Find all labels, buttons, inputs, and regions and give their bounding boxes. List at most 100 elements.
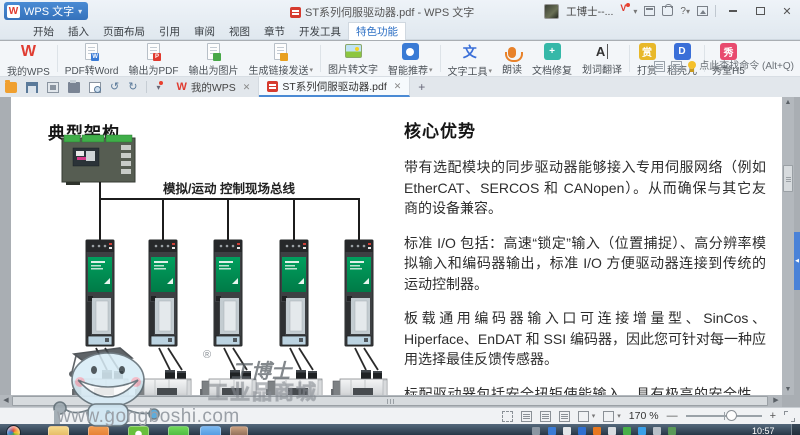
taskbar-wechat-icon[interactable] [168, 426, 189, 435]
vertical-scrollbar[interactable]: ▲ ▼ [782, 97, 794, 395]
horizontal-scrollbar[interactable]: ◀ ▶ [0, 395, 782, 407]
taskbar-app-icon[interactable] [88, 426, 109, 435]
minimize-button[interactable] [723, 3, 743, 19]
close-tab-icon[interactable]: ✕ [243, 82, 251, 93]
divider [715, 5, 716, 17]
pdf-to-word-icon: W [85, 43, 98, 60]
taskbar-photo-icon[interactable] [230, 426, 248, 435]
tray-icon[interactable] [653, 427, 661, 435]
close-tab-icon[interactable]: ✕ [394, 81, 402, 92]
medal-icon [402, 43, 419, 60]
user-avatar[interactable] [544, 4, 559, 19]
list-icon[interactable] [671, 61, 682, 72]
section-heading-advantages: 核心优势 [404, 117, 766, 142]
tab-review[interactable]: 审阅 [187, 22, 222, 40]
start-button[interactable] [6, 425, 21, 435]
tray-icon[interactable] [608, 427, 616, 435]
store-icon[interactable] [662, 6, 673, 16]
horizontal-scroll-thumb[interactable] [12, 396, 768, 406]
taskbar-app-icon[interactable] [200, 426, 221, 435]
tab-developer[interactable]: 开发工具 [292, 22, 348, 40]
zoom-in-button[interactable]: + [770, 410, 776, 422]
layout-icon[interactable] [654, 61, 665, 72]
tab-special-features[interactable]: 特色功能 [348, 22, 406, 40]
zoom-out-button[interactable]: — [667, 410, 678, 422]
read-aloud-button[interactable]: 朗读 [497, 41, 527, 76]
user-menu-chevron-icon[interactable]: ▾ [633, 7, 637, 16]
tab-section[interactable]: 章节 [257, 22, 292, 40]
help-icon[interactable]: ?▾ [680, 6, 690, 17]
document-title: ST系列伺服驱动器.pdf - WPS 文字 [290, 4, 474, 20]
text-tools-button[interactable]: 文 文字工具 [443, 41, 498, 76]
fit-page-icon[interactable] [502, 411, 513, 422]
collapse-ribbon-icon[interactable] [697, 6, 708, 16]
export-image-icon [207, 43, 220, 60]
outline-mode-icon[interactable] [559, 411, 570, 422]
tab-references[interactable]: 引用 [152, 22, 187, 40]
servo-drive [214, 240, 242, 346]
eye-protect-icon[interactable] [603, 411, 614, 422]
tray-icon[interactable] [563, 427, 571, 435]
export-icon[interactable] [47, 82, 59, 93]
taskbar-browser-icon[interactable] [128, 426, 149, 435]
doc-tab-pdf[interactable]: ST系列伺服驱动器.pdf ✕ [259, 77, 410, 97]
tab-insert[interactable]: 插入 [61, 22, 96, 40]
my-wps-button[interactable]: W 我的WPS [2, 41, 55, 76]
print-preview-icon[interactable] [89, 82, 101, 93]
new-tab-button[interactable]: + [410, 77, 433, 97]
windows-taskbar: 10:57 [0, 424, 800, 435]
image-to-text-button[interactable]: 图片转文字 [323, 41, 383, 76]
zoom-level[interactable]: 170 % [629, 410, 659, 422]
user-name[interactable]: 工博士--... [566, 4, 613, 19]
wps-app-button[interactable]: W WPS 文字 ▾ [4, 2, 88, 20]
scroll-left-icon[interactable]: ◀ [0, 395, 12, 407]
open-icon[interactable] [5, 82, 17, 93]
redo-icon[interactable]: ↻ [128, 82, 137, 93]
scroll-up-icon[interactable]: ▲ [782, 97, 794, 108]
page-mode-icon[interactable] [540, 411, 551, 422]
tray-icon[interactable] [593, 427, 601, 435]
tab-page-layout[interactable]: 页面布局 [96, 22, 152, 40]
tray-icon[interactable] [548, 427, 556, 435]
wps-w-icon: W [176, 81, 186, 93]
word-translate-button[interactable]: A 划词翻译 [577, 41, 627, 76]
doc-tab-my-wps[interactable]: W 我的WPS ✕ [168, 77, 259, 97]
fullscreen-icon[interactable] [784, 411, 795, 422]
tray-icon[interactable] [638, 427, 646, 435]
find-command-hint[interactable]: 点此查找命令 (Alt+Q) [688, 57, 794, 72]
tab-home[interactable]: 开始 [26, 22, 61, 40]
print-icon[interactable] [68, 82, 80, 93]
window-header: W WPS 文字 ▾ ST系列伺服驱动器.pdf - WPS 文字 工博士--.… [0, 0, 800, 40]
task-pane-handle[interactable]: ◀ [794, 232, 800, 290]
page-color-icon[interactable] [578, 411, 589, 422]
tab-view[interactable]: 视图 [222, 22, 257, 40]
undo-icon[interactable]: ↺ [110, 82, 119, 93]
tray-icon[interactable] [623, 427, 631, 435]
export-image-button[interactable]: 输出为图片 [184, 41, 244, 76]
vertical-scroll-thumb[interactable] [783, 165, 793, 192]
show-desktop-button[interactable] [791, 424, 800, 435]
quick-access-toolbar: ↺ ↻ ▾ [0, 77, 168, 97]
export-pdf-button[interactable]: P 输出为PDF [124, 41, 184, 76]
close-button[interactable]: ✕ [777, 3, 797, 19]
tray-icon[interactable] [668, 427, 676, 435]
taskbar-explorer-icon[interactable] [48, 426, 69, 435]
zoom-slider[interactable] [686, 415, 762, 417]
pdf-to-word-button[interactable]: W PDF转Word [60, 41, 124, 76]
zoom-slider-knob[interactable] [726, 410, 737, 421]
scroll-right-icon[interactable]: ▶ [770, 395, 782, 407]
tray-icon[interactable] [578, 427, 586, 435]
maximize-button[interactable] [750, 3, 770, 19]
wps-logo-icon: W [7, 5, 20, 18]
taskbar-clock[interactable]: 10:57 [752, 426, 775, 435]
save-icon[interactable] [26, 82, 38, 93]
skin-icon[interactable] [644, 6, 655, 16]
tray-show-hidden-icon[interactable] [532, 427, 540, 435]
read-mode-icon[interactable] [521, 411, 532, 422]
customize-toolbar-icon[interactable]: ▾ [156, 83, 160, 92]
doc-repair-button[interactable]: + 文档修复 [527, 41, 577, 76]
share-link-button[interactable]: 生成链接发送 [244, 41, 319, 76]
smart-recommend-button[interactable]: 智能推荐 [383, 41, 438, 76]
scroll-down-icon[interactable]: ▼ [782, 384, 794, 395]
app-button-label: WPS 文字 [24, 3, 74, 19]
